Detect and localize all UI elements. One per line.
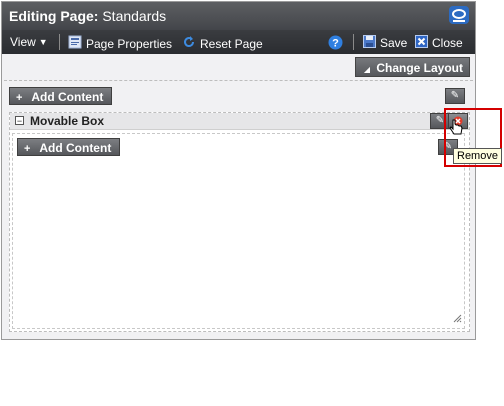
movable-box: − Movable Box ✎ + Add Content ✎ xyxy=(9,112,470,332)
change-layout-label: Change Layout xyxy=(376,61,463,75)
edit-region-button[interactable]: ✎ xyxy=(445,88,465,104)
reset-page-button[interactable]: Reset Page xyxy=(182,35,263,52)
page-title: Editing Page: Standards xyxy=(9,8,166,24)
page-editor-window: Editing Page: Standards View ▼ Page Prop… xyxy=(1,1,476,340)
close-button[interactable]: Close xyxy=(415,35,463,51)
remove-tooltip: Remove xyxy=(453,148,502,164)
page-properties-button[interactable]: Page Properties xyxy=(68,35,172,52)
page-properties-label: Page Properties xyxy=(86,36,173,51)
region-divider xyxy=(4,80,473,81)
movable-box-header[interactable]: − Movable Box xyxy=(10,113,469,130)
resize-grip-icon[interactable] xyxy=(452,312,462,326)
close-icon xyxy=(415,35,428,51)
page-name: Standards xyxy=(102,8,167,24)
plus-icon: + xyxy=(24,143,31,155)
reset-page-label: Reset Page xyxy=(200,36,263,51)
save-button[interactable]: Save xyxy=(363,35,407,51)
help-icon: ? xyxy=(328,35,343,53)
reset-icon xyxy=(182,35,196,52)
close-label: Close xyxy=(432,36,463,50)
view-menu[interactable]: View ▼ xyxy=(10,35,48,49)
toolbar-separator xyxy=(59,34,60,50)
view-menu-label: View xyxy=(10,35,36,49)
triangle-icon: ◢ xyxy=(363,65,370,74)
movable-box-content: + Add Content ✎ xyxy=(12,133,465,329)
svg-text:?: ? xyxy=(332,38,339,50)
add-content-button[interactable]: + Add Content xyxy=(17,138,121,156)
title-prefix: Editing Page: xyxy=(9,8,99,24)
toolbar-separator xyxy=(353,34,354,50)
page-content-area: ◢ Change Layout + Add Content ✎ − Movabl… xyxy=(2,54,475,339)
oracle-logo-icon xyxy=(449,6,469,24)
add-content-button[interactable]: + Add Content xyxy=(9,87,113,105)
plus-icon: + xyxy=(16,92,23,104)
collapse-icon[interactable]: − xyxy=(15,116,24,126)
movable-box-title: Movable Box xyxy=(30,114,105,128)
change-layout-button[interactable]: ◢ Change Layout xyxy=(354,57,470,77)
page-properties-icon xyxy=(68,35,82,52)
save-icon xyxy=(363,35,376,51)
help-button[interactable]: ? xyxy=(328,35,343,53)
add-content-label: Add Content xyxy=(31,90,104,104)
save-label: Save xyxy=(380,36,408,50)
pencil-icon: ✎ xyxy=(435,115,445,126)
editor-titlebar: Editing Page: Standards xyxy=(2,2,475,30)
hand-cursor-icon xyxy=(449,119,463,140)
chevron-down-icon: ▼ xyxy=(38,37,48,47)
pencil-icon: ✎ xyxy=(450,90,460,101)
editor-toolbar: View ▼ Page Properties Reset Page ? Save… xyxy=(2,30,475,54)
add-content-label: Add Content xyxy=(39,141,112,155)
